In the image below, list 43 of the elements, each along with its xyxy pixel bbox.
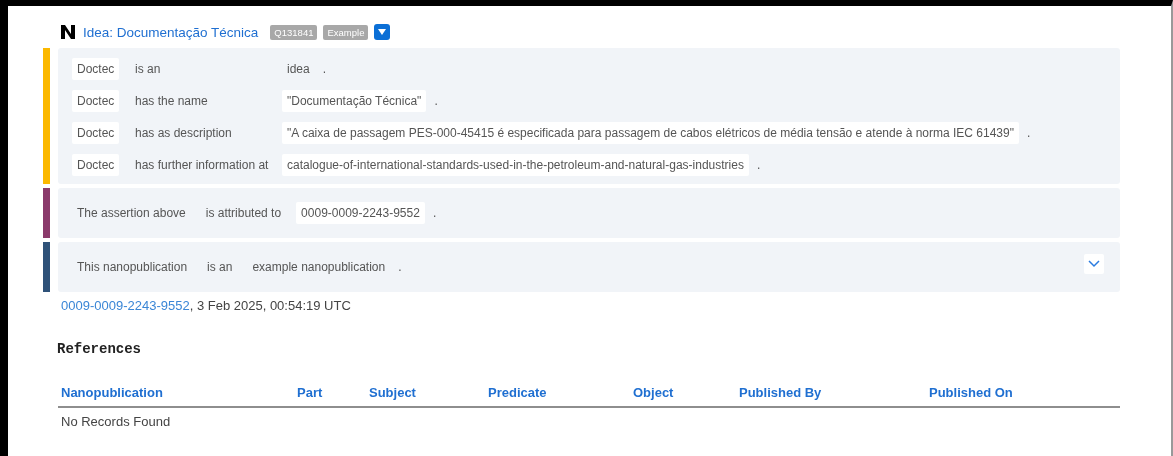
predicate-term[interactable]: has further information at [130,154,274,176]
statement-period: . [397,260,402,274]
predicate-term[interactable]: is attributed to [200,202,287,224]
predicate-term[interactable]: is an [202,256,238,278]
object-term[interactable]: "Documentação Técnica" [282,90,427,112]
tag-label: Example [323,24,369,40]
triangle-icon [378,29,387,35]
object-term[interactable]: 0009-0009-2243-9552 [296,202,425,224]
object-term[interactable]: catalogue-of-international-standards-used-in-the-petroleum-and-natural-gas-industries [282,154,749,176]
author-link[interactable]: 0009-0009-2243-9552 [61,298,190,313]
statement-period: . [431,206,437,220]
predicate-term[interactable]: has as description [130,122,237,144]
column-header[interactable]: Object [633,385,739,400]
subject-term[interactable]: The assertion above [72,202,191,224]
references-heading: References [57,341,142,357]
predicate-term[interactable]: is an [130,58,166,80]
subject-term[interactable]: Doctec [72,90,120,112]
logo-icon [61,25,75,39]
column-header[interactable]: Subject [369,385,488,400]
column-header[interactable]: Published By [739,385,929,400]
column-header[interactable]: Published On [929,385,1120,400]
expand-button[interactable] [1084,254,1104,274]
column-header[interactable]: Part [297,385,369,400]
column-header[interactable]: Nanopublication [61,385,297,400]
subject-term[interactable]: Doctec [72,122,120,144]
object-term[interactable]: idea [282,58,315,80]
statement-period: . [1026,126,1031,140]
object-term[interactable]: example nanopublication [247,256,391,278]
subject-term[interactable]: Doctec [72,58,120,80]
statement-period: . [321,62,327,76]
dropdown-button[interactable] [374,24,391,40]
object-term[interactable]: "A caixa de passagem PES-000-45415 é especificada para passagem de cabos elétricos de média tensão e atende à norma IEC 61439" [282,122,1019,144]
publication-info-text: 0009-0009-2243-9552, 3 Feb 2025, 00:54:19 UTC [60,298,352,313]
nanopub-title-link[interactable]: Idea: Documentação Técnica [83,24,259,40]
statement-period: . [755,158,761,172]
tag-label: Q131841 [270,24,318,40]
subject-term[interactable]: Doctec [72,154,120,176]
empty-table-message: No Records Found [60,413,172,429]
column-header[interactable]: Predicate [488,385,633,400]
chevron-icon [1088,260,1100,268]
statement-period: . [433,94,438,108]
subject-term[interactable]: This nanopublication [72,256,193,278]
predicate-term[interactable]: has the name [130,90,213,112]
